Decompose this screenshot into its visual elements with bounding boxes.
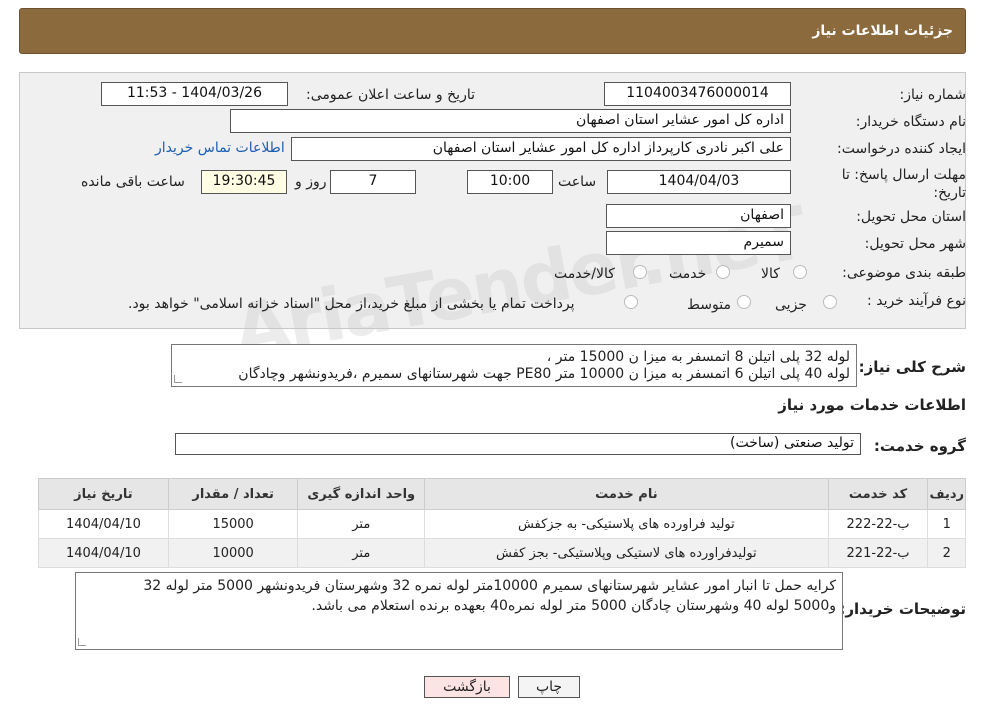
summary-label: شرح کلی نیاز:: [858, 358, 966, 376]
resize-handle-icon[interactable]: [78, 638, 86, 646]
announce-label: تاریخ و ساعت اعلان عمومی:: [306, 87, 475, 103]
services-section-title: اطلاعات خدمات مورد نیاز: [778, 396, 966, 414]
col-code: کد خدمت: [827, 478, 929, 510]
process-label: نوع فرآیند خرید :: [867, 293, 966, 309]
col-row: ردیف: [927, 478, 966, 510]
city-label: شهر محل تحویل:: [864, 236, 966, 252]
buyer-notes-line-2: و5000 لوله 40 وشهرستان چادگان 5000 متر ل…: [311, 598, 836, 614]
cell-date: 1404/04/10: [38, 538, 169, 568]
services-table: ردیف کد خدمت نام خدمت واحد اندازه گیری ت…: [38, 478, 966, 568]
radio-medium-label: متوسط: [687, 297, 731, 313]
buyer-notes-label: توضیحات خریدار:: [839, 600, 966, 618]
radio-goods[interactable]: [793, 265, 807, 279]
buyer-org-label: نام دستگاه خریدار:: [855, 114, 966, 130]
table-row: 2 ب-22-221 تولیدفراورده های لاستیکی وپلا…: [38, 538, 966, 568]
summary-textarea[interactable]: لوله 32 پلی اتیلن 8 اتمسفر به میزا ن 150…: [171, 344, 857, 387]
deadline-date-field: 1404/04/03: [607, 170, 791, 194]
radio-service-label: خدمت: [669, 266, 707, 282]
city-field: سمیرم: [606, 231, 791, 255]
radio-goods-service-label: کالا/خدمت: [554, 266, 615, 282]
table-header-row: ردیف کد خدمت نام خدمت واحد اندازه گیری ت…: [38, 478, 966, 510]
buyer-org-field: اداره کل امور عشایر استان اصفهان: [230, 109, 791, 133]
col-name: نام خدمت: [424, 478, 829, 510]
deadline-time-field: 10:00: [467, 170, 553, 194]
page-title: جزئیات اطلاعات نیاز: [812, 23, 953, 39]
need-number-label: شماره نیاز:: [899, 87, 967, 103]
province-label: استان محل تحویل:: [856, 209, 966, 225]
resize-handle-icon[interactable]: [174, 375, 182, 383]
radio-minor[interactable]: [823, 295, 837, 309]
radio-treasury[interactable]: [624, 295, 638, 309]
cell-qty: 10000: [167, 538, 299, 568]
radio-goods-service[interactable]: [633, 265, 647, 279]
days-field: 7: [330, 170, 416, 194]
cell-name: تولید فراورده های پلاستیکی- به جزکفش: [424, 509, 829, 539]
cell-name: تولیدفراورده های لاستیکی وپلاستیکی- بجز …: [424, 538, 829, 568]
cell-date: 1404/04/10: [38, 509, 169, 539]
announce-field: 1404/03/26 - 11:53: [101, 82, 288, 106]
summary-line-2: لوله 40 پلی اتیلن 6 اتمسفر به میزا ن 100…: [238, 366, 850, 382]
deadline-time-label: ساعت: [558, 174, 597, 190]
creator-label: ایجاد کننده درخواست:: [837, 141, 966, 157]
contact-buyer-link[interactable]: اطلاعات تماس خریدار: [155, 140, 285, 156]
days-label: روز و: [295, 174, 327, 190]
print-button[interactable]: چاپ: [518, 676, 580, 698]
cell-row: 1: [927, 509, 966, 539]
radio-service[interactable]: [716, 265, 730, 279]
cell-unit: متر: [297, 509, 426, 539]
cell-qty: 15000: [167, 509, 299, 539]
radio-goods-label: کالا: [761, 266, 780, 282]
cell-code: ب-22-221: [827, 538, 929, 568]
table-row: 1 ب-22-222 تولید فراورده های پلاستیکی- ب…: [38, 509, 966, 539]
buyer-notes-line-1: کرایه حمل تا انبار امور عشایر شهرستانهای…: [143, 578, 836, 594]
col-qty: تعداد / مقدار: [167, 478, 299, 510]
cell-unit: متر: [297, 538, 426, 568]
page-header: جزئیات اطلاعات نیاز: [19, 8, 966, 54]
province-field: اصفهان: [606, 204, 791, 228]
back-button[interactable]: بازگشت: [424, 676, 510, 698]
buyer-notes-textarea[interactable]: کرایه حمل تا انبار امور عشایر شهرستانهای…: [75, 572, 843, 650]
col-date: تاریخ نیاز: [38, 478, 169, 510]
radio-minor-label: جزیی: [775, 297, 807, 313]
remaining-time-field: 19:30:45: [201, 170, 287, 194]
cell-code: ب-22-222: [827, 509, 929, 539]
creator-field: علی اکبر نادری کارپرداز اداره کل امور عش…: [291, 137, 791, 161]
category-label: طبقه بندی موضوعی:: [842, 265, 966, 281]
deadline-label: مهلت ارسال پاسخ: تا تاریخ:: [841, 167, 966, 201]
summary-line-1: لوله 32 پلی اتیلن 8 اتمسفر به میزا ن 150…: [546, 349, 850, 365]
need-number-field: 1104003476000014: [604, 82, 791, 106]
process-note: پرداخت تمام یا بخشی از مبلغ خرید،از محل …: [128, 296, 575, 312]
service-group-field: تولید صنعتی (ساخت): [175, 433, 861, 455]
col-unit: واحد اندازه گیری: [297, 478, 426, 510]
cell-row: 2: [927, 538, 966, 568]
radio-medium[interactable]: [737, 295, 751, 309]
service-group-label: گروه خدمت:: [873, 437, 966, 455]
remaining-time-label: ساعت باقی مانده: [81, 174, 185, 190]
